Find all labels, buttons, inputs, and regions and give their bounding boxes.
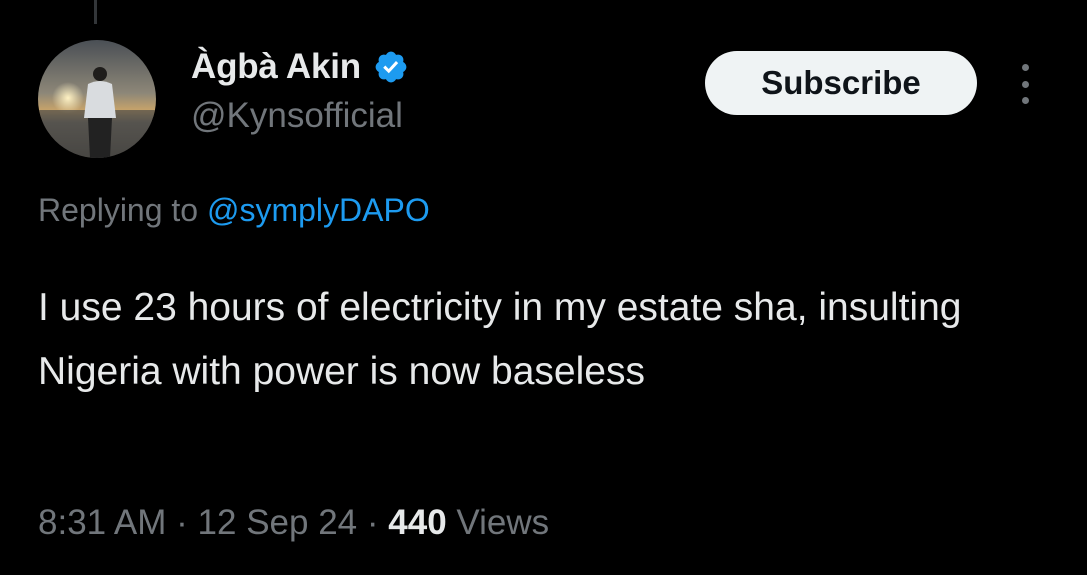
more-dot <box>1021 97 1029 104</box>
tweet-date[interactable]: 12 Sep 24 <box>198 503 358 542</box>
verified-badge-icon <box>373 49 409 85</box>
meta-separator: · <box>176 503 188 542</box>
reply-context: Replying to @symplyDAPO <box>38 192 430 229</box>
meta-separator: · <box>366 503 379 542</box>
avatar-image <box>38 40 156 158</box>
avatar[interactable] <box>38 40 156 158</box>
more-vertical-icon[interactable] <box>1015 64 1035 104</box>
author-display-name[interactable]: Àgbà Akin <box>191 47 361 87</box>
thread-connector-line <box>94 0 97 24</box>
tweet-meta: 8:31 AM · 12 Sep 24 · 440 Views <box>38 503 549 543</box>
more-dot <box>1021 64 1029 71</box>
subscribe-button[interactable]: Subscribe <box>705 51 977 115</box>
tweet-text: I use 23 hours of electricity in my esta… <box>38 286 962 393</box>
views-label: Views <box>456 503 550 542</box>
author-name-row: Àgbà Akin <box>191 44 409 90</box>
more-dot <box>1021 80 1029 88</box>
author-handle[interactable]: @Kynsofficial <box>191 96 403 136</box>
reply-prefix: Replying to <box>38 192 199 228</box>
views-count[interactable]: 440 <box>388 503 446 542</box>
tweet-time[interactable]: 8:31 AM <box>38 503 166 542</box>
reply-mention-link[interactable]: @symplyDAPO <box>207 192 430 228</box>
